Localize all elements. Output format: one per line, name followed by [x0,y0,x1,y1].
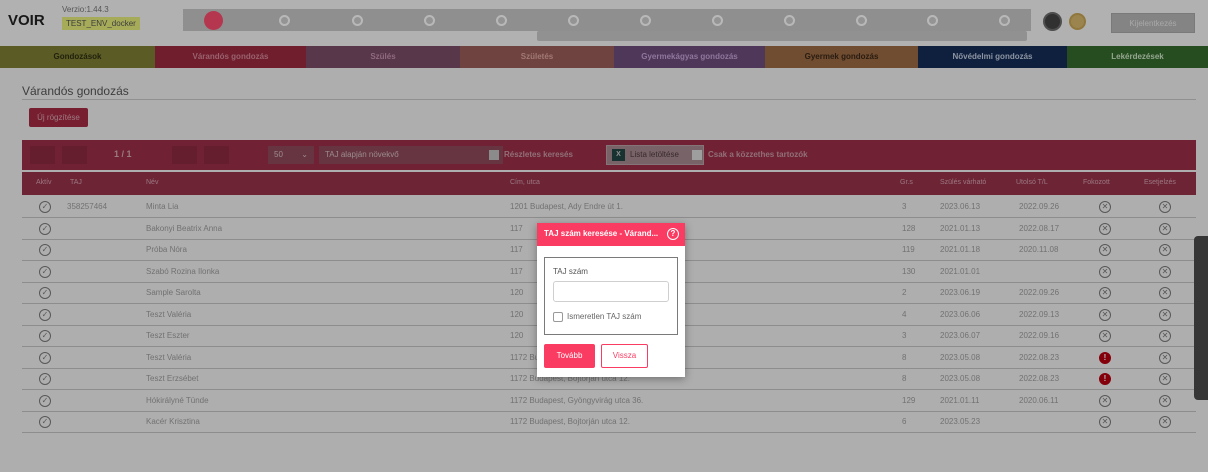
unknown-taj-checkbox[interactable] [553,312,563,322]
help-icon[interactable]: ? [667,228,679,240]
dialog-title: TAJ szám keresése - Várand... [544,229,659,238]
next-button[interactable]: Tovább [544,344,595,368]
back-button[interactable]: Vissza [601,344,648,368]
taj-search-dialog: TAJ szám keresése - Várand... ? TAJ szám… [537,223,685,377]
taj-field-label: TAJ szám [553,267,588,276]
unknown-taj-label: Ismeretlen TAJ szám [567,312,642,321]
dialog-header: TAJ szám keresése - Várand... ? [537,223,685,246]
taj-input[interactable] [553,281,669,302]
taj-fieldset: TAJ szám Ismeretlen TAJ szám [544,257,678,335]
